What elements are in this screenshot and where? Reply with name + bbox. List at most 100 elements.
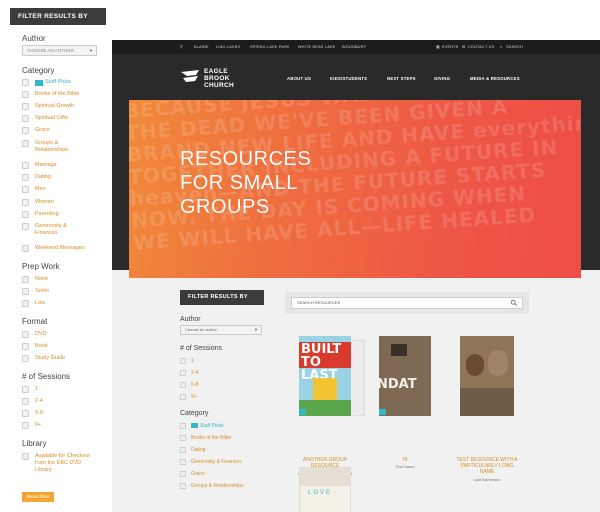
events-link[interactable]: EVENTS <box>442 40 458 54</box>
location-link[interactable]: BLAINE <box>194 40 209 54</box>
nav-kids-students[interactable]: KIDS/STUDENTS <box>330 76 367 81</box>
checkbox[interactable] <box>22 300 29 307</box>
category-staff-picks[interactable]: Staff Picks <box>22 79 71 86</box>
checkbox[interactable] <box>180 435 186 441</box>
checkbox[interactable] <box>22 199 29 206</box>
logo-line: CHURCH <box>204 82 234 89</box>
mail-icon: ✉ <box>462 45 466 49</box>
category-item[interactable]: Spiritual Gifts <box>22 115 68 122</box>
checkbox[interactable] <box>180 358 186 364</box>
checkbox[interactable] <box>180 423 186 429</box>
checkbox[interactable] <box>22 398 29 405</box>
checkbox[interactable] <box>22 386 29 393</box>
inner-category-item[interactable]: Grace <box>180 471 205 477</box>
sessions-item[interactable]: 5-8 <box>22 410 43 417</box>
checkbox[interactable] <box>22 453 29 460</box>
nav-media-resources[interactable]: MEDIA & RESOURCES <box>470 76 520 81</box>
checkbox[interactable] <box>22 79 29 86</box>
category-label: Grace <box>35 127 50 133</box>
prep-item[interactable]: Some <box>22 288 49 295</box>
category-item[interactable]: Books of the Bible <box>22 91 79 98</box>
nav-about-us[interactable]: ABOUT US <box>287 76 311 81</box>
checkbox[interactable] <box>22 422 29 429</box>
result-title[interactable]: TEST RESOURCE WITH A PARTICULARLY LONG N… <box>455 457 519 475</box>
checkbox[interactable] <box>180 382 186 388</box>
location-link[interactable]: LINO LAKES <box>216 40 240 54</box>
category-label: Spiritual Growth <box>35 103 75 109</box>
sessions-item[interactable]: 9+ <box>22 422 41 429</box>
format-item[interactable]: Study Guide <box>22 355 65 362</box>
search-link[interactable]: SEARCH <box>506 40 523 54</box>
result-author: Last Namerson <box>473 477 501 482</box>
sessions-label: 2-4 <box>35 398 43 404</box>
checkbox[interactable] <box>22 223 29 230</box>
checkbox[interactable] <box>22 91 29 98</box>
checkbox[interactable] <box>22 245 29 252</box>
category-item[interactable]: Weekend Messages <box>22 245 85 252</box>
category-label: Books of the Bible <box>35 91 80 97</box>
location-link[interactable]: SPRING LAKE PARK <box>250 40 290 54</box>
location-link[interactable]: WOODBURY <box>342 40 366 54</box>
prep-item[interactable]: None <box>22 276 48 283</box>
format-item[interactable]: DVD <box>22 331 47 338</box>
checkbox[interactable] <box>22 115 29 122</box>
format-item[interactable]: Book <box>22 343 48 350</box>
checkbox[interactable] <box>22 103 29 110</box>
category-item[interactable]: Marriage <box>22 162 57 169</box>
reset-filter-button[interactable]: Reset Filter <box>22 492 54 502</box>
church-logo-text[interactable]: EAGLE BROOK CHURCH <box>204 68 234 89</box>
eagle-logo-icon[interactable] <box>180 69 200 85</box>
category-item[interactable]: Groups & Relationships <box>22 140 82 154</box>
category-item[interactable]: Generosity & Finances <box>22 223 84 237</box>
checkbox[interactable] <box>22 140 29 147</box>
contact-link[interactable]: CONTACT US <box>468 40 494 54</box>
inner-sessions-item[interactable]: 5-8 <box>180 382 198 388</box>
category-item[interactable]: Parenting <box>22 211 59 218</box>
checkbox[interactable] <box>180 370 186 376</box>
category-item[interactable]: Men <box>22 186 46 193</box>
checkbox[interactable] <box>22 127 29 134</box>
sessions-item[interactable]: 1 <box>22 386 38 393</box>
sessions-item[interactable]: 2-4 <box>22 398 43 405</box>
inner-category-staff-picks[interactable]: Staff Picks <box>180 423 224 429</box>
checkbox[interactable] <box>180 394 186 400</box>
checkbox[interactable] <box>22 331 29 338</box>
checkbox[interactable] <box>22 355 29 362</box>
category-item[interactable]: Dating <box>22 174 51 181</box>
checkbox[interactable] <box>180 471 186 477</box>
checkbox[interactable] <box>22 276 29 283</box>
library-item[interactable]: Available for Checkout from the EBC DVD … <box>22 453 98 474</box>
cover-text: LOVE <box>308 490 333 496</box>
search-input[interactable]: SEARCH RESOURCES <box>291 297 523 309</box>
checkbox[interactable] <box>22 410 29 417</box>
author-select[interactable]: CHOOSE AN AUTHOR ▼ <box>22 45 97 56</box>
checkbox[interactable] <box>22 211 29 218</box>
checkbox[interactable] <box>22 343 29 350</box>
inner-category-item[interactable]: Generosity & Finances <box>180 459 242 465</box>
inner-category-item[interactable]: Groups & Relationships <box>180 483 244 489</box>
category-item[interactable]: Women <box>22 199 54 206</box>
nav-giving[interactable]: GIVING <box>434 76 450 81</box>
category-item[interactable]: Spiritual Growth <box>22 103 74 110</box>
inner-author-select[interactable]: Choose an author ▼ <box>180 325 262 335</box>
checkbox[interactable] <box>180 483 186 489</box>
result-title[interactable]: HI <box>379 457 431 463</box>
search-icon[interactable] <box>510 299 518 307</box>
inner-category-item[interactable]: Books of the Bible <box>180 435 231 441</box>
checkbox[interactable] <box>22 288 29 295</box>
checkbox[interactable] <box>22 162 29 169</box>
inner-sessions-item[interactable]: 1 <box>180 358 194 364</box>
inner-sessions-item[interactable]: 9+ <box>180 394 197 400</box>
inner-sessions-item[interactable]: 2-4 <box>180 370 198 376</box>
checkbox[interactable] <box>22 174 29 181</box>
category-item[interactable]: Grace <box>22 127 50 134</box>
sessions-label: 5-8 <box>35 410 43 416</box>
checkbox[interactable] <box>22 186 29 193</box>
nav-next-steps[interactable]: NEXT STEPS <box>387 76 416 81</box>
cover-image <box>460 336 514 416</box>
checkbox[interactable] <box>180 459 186 465</box>
location-link[interactable]: WHITE BEAR LAKE <box>298 40 335 54</box>
inner-category-item[interactable]: Dating <box>180 447 205 453</box>
checkbox[interactable] <box>180 447 186 453</box>
prep-item[interactable]: Lots <box>22 300 45 307</box>
